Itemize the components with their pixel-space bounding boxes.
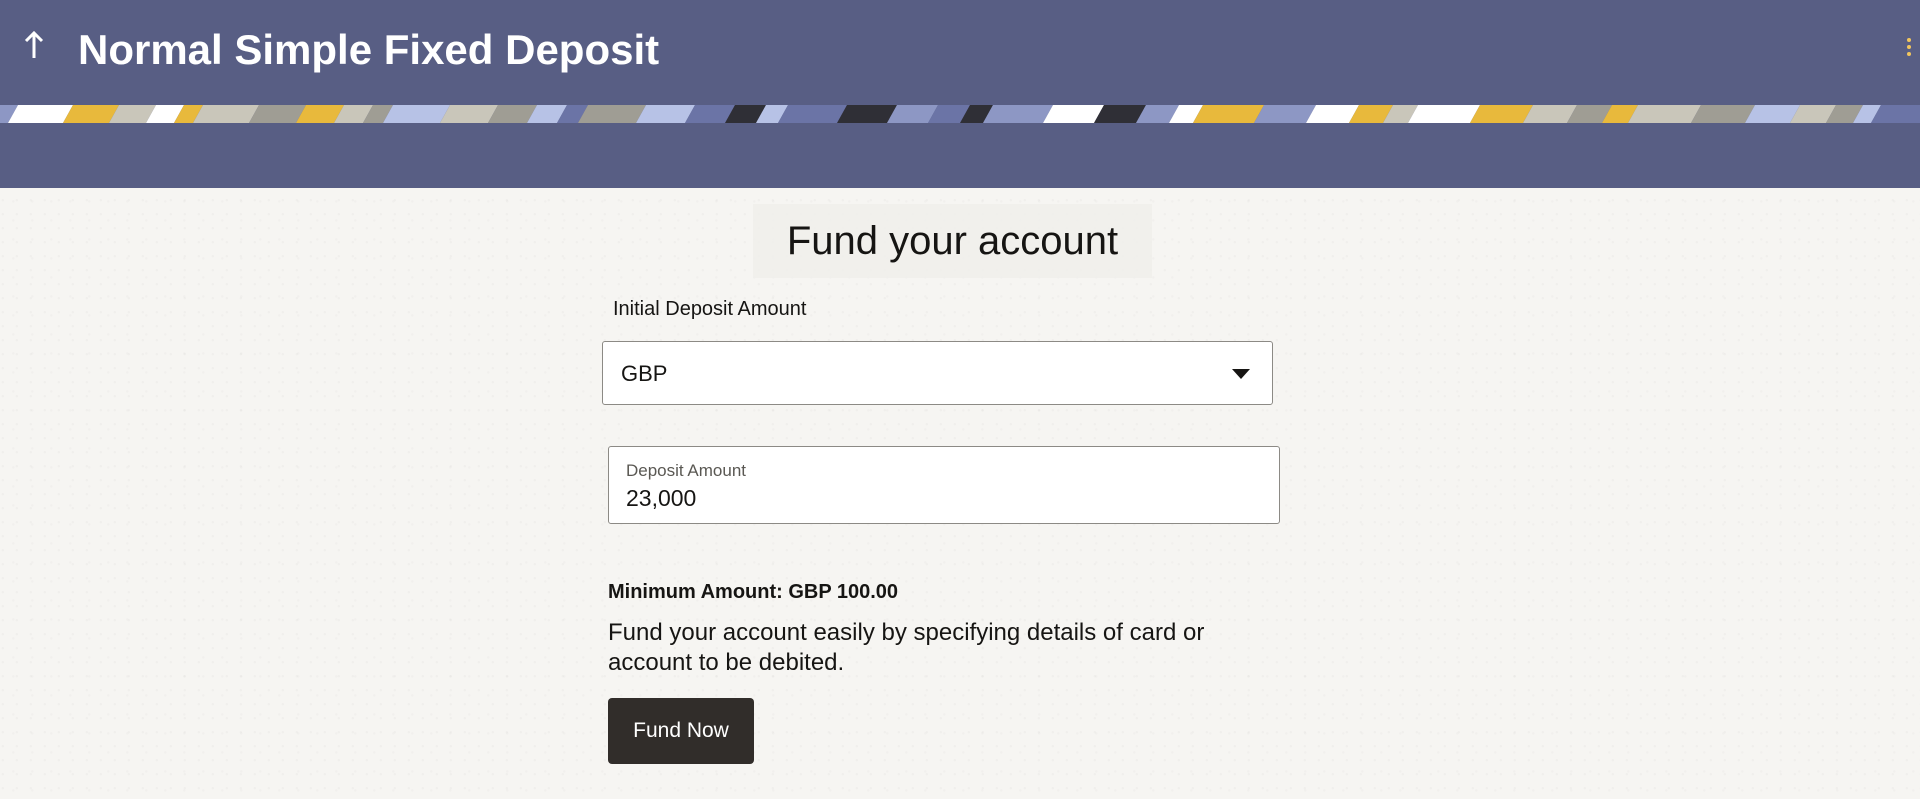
minimum-amount-text: Minimum Amount: GBP 100.00 <box>608 581 899 603</box>
deposit-amount-value: 23,000 <box>626 485 697 511</box>
back-button[interactable] <box>14 22 54 68</box>
page-header: Normal Simple Fixed Deposit <box>0 0 1920 188</box>
caret-down-icon <box>1232 369 1250 379</box>
arrow-up-icon <box>24 30 44 58</box>
section-title: Fund your account <box>786 218 1119 263</box>
kebab-menu-button[interactable] <box>1902 30 1916 64</box>
fund-account-section: Fund your account Initial Deposit Amount… <box>600 200 1290 780</box>
deposit-amount-field[interactable]: Deposit Amount 23,000 <box>608 446 1280 524</box>
section-title-box: Fund your account <box>753 204 1152 278</box>
initial-deposit-label: Initial Deposit Amount <box>613 298 807 320</box>
deposit-amount-label: Deposit Amount <box>626 461 747 480</box>
page-title: Normal Simple Fixed Deposit <box>78 26 660 73</box>
currency-select[interactable]: GBP <box>602 341 1273 405</box>
decorative-banner <box>0 105 1920 123</box>
fund-description: Fund your account easily by specifying d… <box>608 619 1205 676</box>
fund-now-button[interactable]: Fund Now <box>608 698 754 764</box>
kebab-menu-icon <box>1907 38 1911 42</box>
header-bar: Normal Simple Fixed Deposit <box>0 0 1920 105</box>
currency-selected-value: GBP <box>621 361 668 386</box>
